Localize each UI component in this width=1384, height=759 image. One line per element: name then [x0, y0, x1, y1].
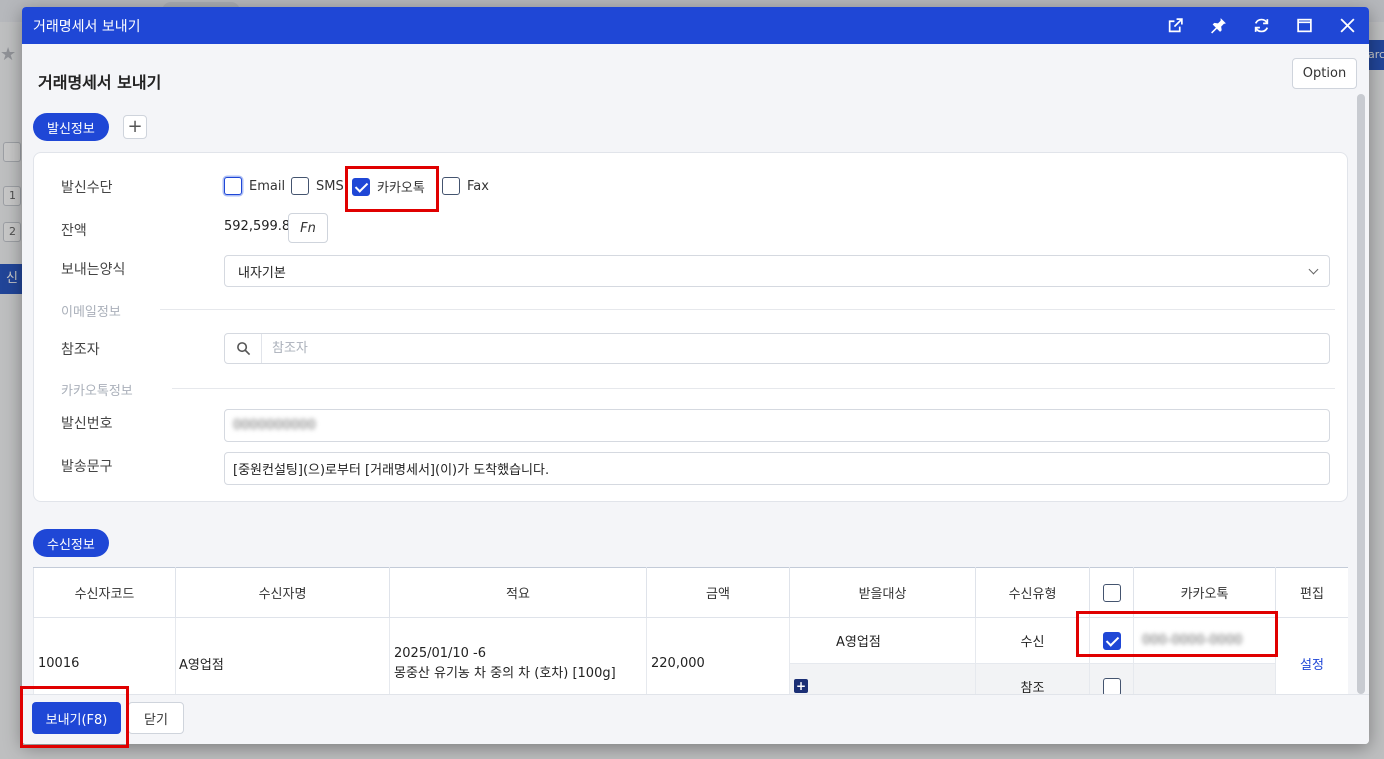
cc-checkbox[interactable]: [1102, 677, 1121, 694]
chevron-down-icon: [1308, 264, 1319, 274]
external-link-icon[interactable]: [1154, 7, 1197, 44]
format-select[interactable]: 내자기본: [224, 255, 1330, 287]
select-all-checkbox[interactable]: [1102, 583, 1121, 602]
maximize-icon[interactable]: [1283, 7, 1326, 44]
method-email[interactable]: Email: [224, 177, 285, 195]
page-title: 거래명세서 보내기: [38, 73, 162, 92]
cell-type-receive: 수신: [975, 617, 1090, 664]
highlight-box: [1076, 611, 1278, 657]
add-sender-button[interactable]: +: [123, 115, 147, 139]
highlight-box: [345, 166, 439, 212]
table-header-row: 수신자코드 수신자명 적요 금액 받을대상 수신유형 카카오톡 편집: [33, 567, 1348, 618]
col-kakaotalk[interactable]: 카카오톡: [1133, 567, 1276, 618]
format-label: 보내는양식: [61, 262, 126, 278]
send-method-label: 발신수단: [61, 180, 113, 196]
cc-input[interactable]: [262, 334, 1329, 363]
cell-amount: 220,000: [646, 617, 790, 694]
fax-checkbox[interactable]: [442, 177, 460, 195]
add-target-icon[interactable]: +: [794, 679, 808, 693]
search-icon[interactable]: [225, 334, 262, 363]
col-receiver-name[interactable]: 수신자명: [175, 567, 390, 618]
cell-edit[interactable]: 설정: [1275, 617, 1348, 694]
divider: [172, 388, 1335, 389]
cc-search-field[interactable]: [224, 333, 1330, 364]
close-button[interactable]: 닫기: [128, 702, 184, 734]
balance-label: 잔액: [61, 223, 87, 239]
cell-code: 10016: [33, 617, 176, 694]
cell-name: A영업점: [175, 617, 390, 694]
cell-type-cc: 참조: [975, 663, 1090, 694]
highlight-box: [20, 686, 129, 748]
fn-button[interactable]: Fn: [288, 213, 328, 243]
cell-add-target[interactable]: +: [789, 663, 976, 694]
sender-info-pill[interactable]: 발신정보: [33, 113, 109, 141]
cell-summary: 2025/01/10 -6 몽중산 유기농 차 중의 차 (호차) [100g]: [389, 617, 647, 694]
col-receive-type[interactable]: 수신유형: [975, 567, 1090, 618]
method-sms[interactable]: SMS: [291, 177, 344, 195]
kakaotalk-section-label: 카카오톡정보: [61, 384, 133, 399]
refresh-icon[interactable]: [1240, 7, 1283, 44]
receiver-info-pill[interactable]: 수신정보: [33, 529, 109, 557]
sender-number-field[interactable]: 0000000000: [224, 409, 1330, 442]
summary-line-1: 2025/01/10 -6: [394, 645, 487, 661]
sms-checkbox[interactable]: [291, 177, 309, 195]
modal-content: 거래명세서 보내기 Option 발신정보 + 발신수단 Email SMS 카…: [22, 44, 1369, 694]
col-summary[interactable]: 적요: [389, 567, 647, 618]
cell-cc-kakaotalk: [1133, 663, 1276, 694]
col-receiver-code[interactable]: 수신자코드: [33, 567, 176, 618]
modal-titlebar: 거래명세서 보내기: [22, 7, 1369, 44]
cc-label: 참조자: [61, 342, 100, 358]
send-message-field[interactable]: [중원컨설팅](으)로부터 [거래명세서](이)가 도착했습니다.: [224, 452, 1330, 485]
col-select-all[interactable]: [1089, 567, 1134, 618]
send-message-label: 발송문구: [61, 459, 113, 475]
email-section-label: 이메일정보: [61, 305, 121, 320]
sender-info-card: 발신수단 Email SMS 카카오톡 Fax 잔액 592,599.8 Fn …: [33, 152, 1348, 502]
balance-value: 592,599.8: [224, 219, 291, 234]
method-sms-label: SMS: [316, 178, 344, 194]
method-fax[interactable]: Fax: [442, 177, 489, 195]
email-checkbox[interactable]: [224, 177, 242, 195]
pin-icon[interactable]: [1197, 7, 1240, 44]
sender-number-redacted: 0000000000: [233, 418, 316, 433]
modal-footer: 보내기(F8) 닫기: [22, 694, 1369, 744]
vertical-scrollbar[interactable]: [1357, 94, 1365, 694]
col-edit[interactable]: 편집: [1275, 567, 1348, 618]
method-fax-label: Fax: [467, 178, 489, 194]
option-button[interactable]: Option: [1292, 58, 1357, 89]
col-target[interactable]: 받을대상: [789, 567, 976, 618]
method-email-label: Email: [249, 178, 286, 194]
sender-number-label: 발신번호: [61, 416, 113, 432]
close-icon[interactable]: [1326, 7, 1369, 44]
summary-line-2: 몽중산 유기농 차 중의 차 (호차) [100g]: [394, 665, 616, 681]
modal-title: 거래명세서 보내기: [33, 18, 141, 35]
cell-cc-check[interactable]: [1089, 663, 1134, 694]
cell-target: A영업점: [789, 617, 976, 664]
divider: [160, 309, 1335, 310]
col-amount[interactable]: 금액: [646, 567, 790, 618]
edit-settings-link[interactable]: 설정: [1300, 658, 1324, 673]
format-select-value: 내자기본: [238, 265, 286, 281]
